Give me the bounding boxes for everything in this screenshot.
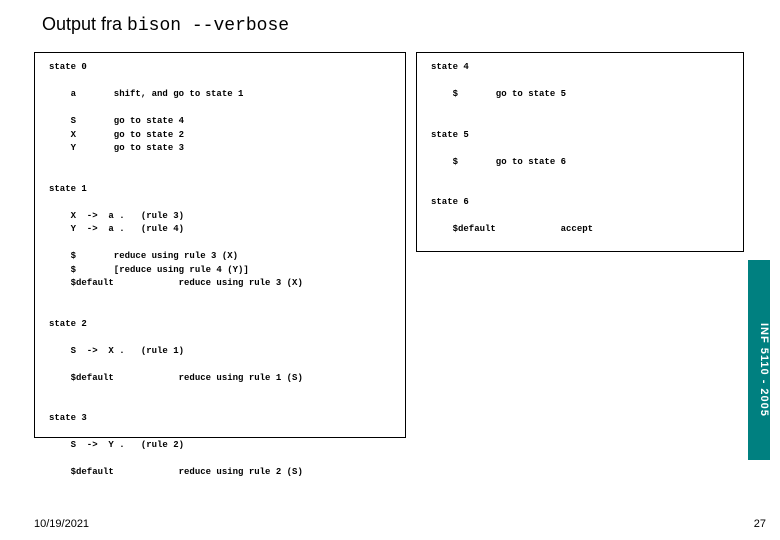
slide-title: Output fra bison --verbose: [42, 14, 289, 36]
bison-output-left: state 0 a shift, and go to state 1 S go …: [34, 52, 406, 438]
bison-output-right: state 4 $ go to state 5 state 5 $ go to …: [416, 52, 744, 252]
page-number: 27: [754, 518, 766, 530]
title-prefix: Output fra: [42, 14, 127, 34]
title-command: bison --verbose: [127, 16, 289, 36]
course-sidebar: INF 5110 - 2005: [748, 260, 770, 460]
footer-date: 10/19/2021: [34, 518, 89, 530]
